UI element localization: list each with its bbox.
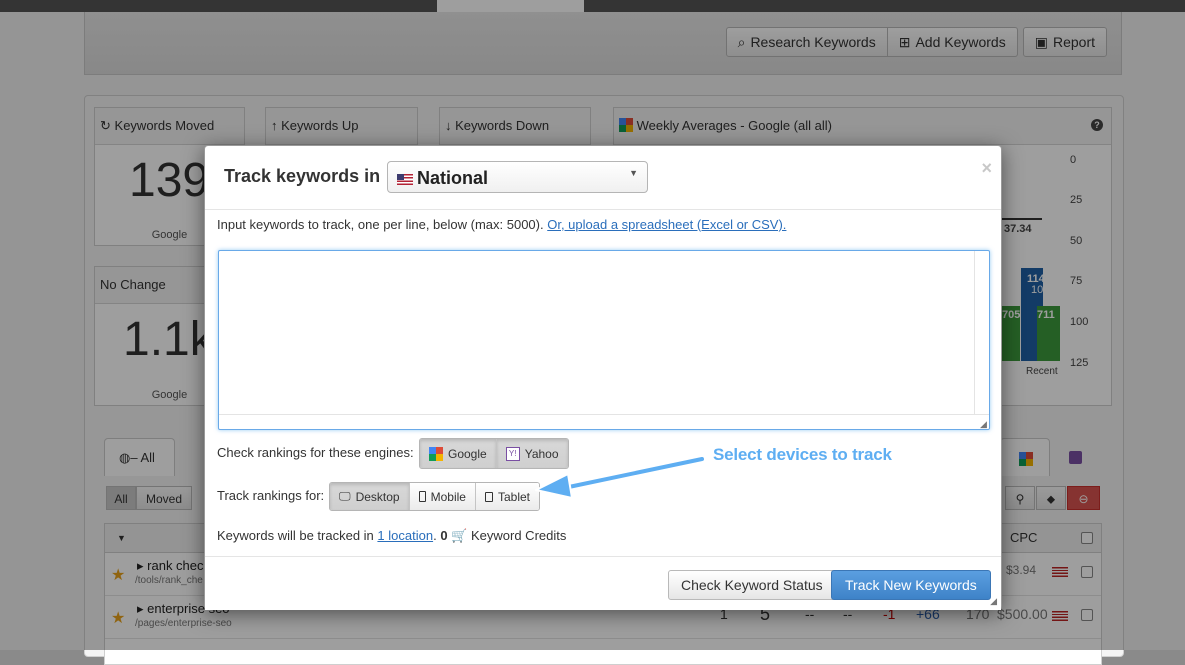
us-flag-icon [397,174,413,185]
close-button[interactable]: × [981,158,992,179]
upload-spreadsheet-link[interactable]: Or, upload a spreadsheet (Excel or CSV). [547,217,786,232]
annotation-arrow-icon [535,455,706,499]
location-select[interactable]: National ▼ [387,161,648,193]
textarea-scrollbar[interactable] [974,251,990,414]
desktop-icon: 🖵 [339,489,351,503]
mobile-icon [418,491,426,502]
device-desktop-toggle[interactable]: 🖵 Desktop [330,483,409,510]
modal-resize-icon[interactable]: ◢ [990,596,997,607]
device-selector: 🖵 Desktop Mobile Tablet [329,482,540,511]
modal-title: Track keywords in [224,166,381,186]
track-keywords-modal: Track keywords in National ▼ × Input key… [204,145,1002,610]
cart-icon: 🛒 [451,528,468,543]
device-mobile-toggle[interactable]: Mobile [408,483,475,510]
instructions: Input keywords to track, one per line, b… [217,217,787,232]
textarea-bottom-bar [219,414,989,430]
credits-count: 0 [440,528,448,543]
engine-google-toggle[interactable]: Google [420,439,496,468]
track-new-keywords-button[interactable]: Track New Keywords [831,570,991,600]
yahoo-icon: Y! [505,446,520,461]
keywords-textarea[interactable] [218,250,990,430]
google-icon [429,446,443,461]
resize-handle-icon[interactable]: ◢ [980,419,987,430]
devices-label: Track rankings for: [217,488,325,503]
modal-footer: Check Keyword Status Track New Keywords … [205,556,1001,610]
modal-header: Track keywords in National ▼ × [205,146,1001,210]
check-keyword-status-button[interactable]: Check Keyword Status [668,570,836,600]
annotation-callout: Select devices to track [713,445,892,464]
engines-label: Check rankings for these engines: [217,445,414,460]
tablet-icon [484,491,493,502]
credits-summary: Keywords will be tracked in 1 location. … [217,528,567,543]
locations-link[interactable]: 1 location [377,528,433,543]
dropdown-arrow-icon: ▼ [629,168,638,178]
